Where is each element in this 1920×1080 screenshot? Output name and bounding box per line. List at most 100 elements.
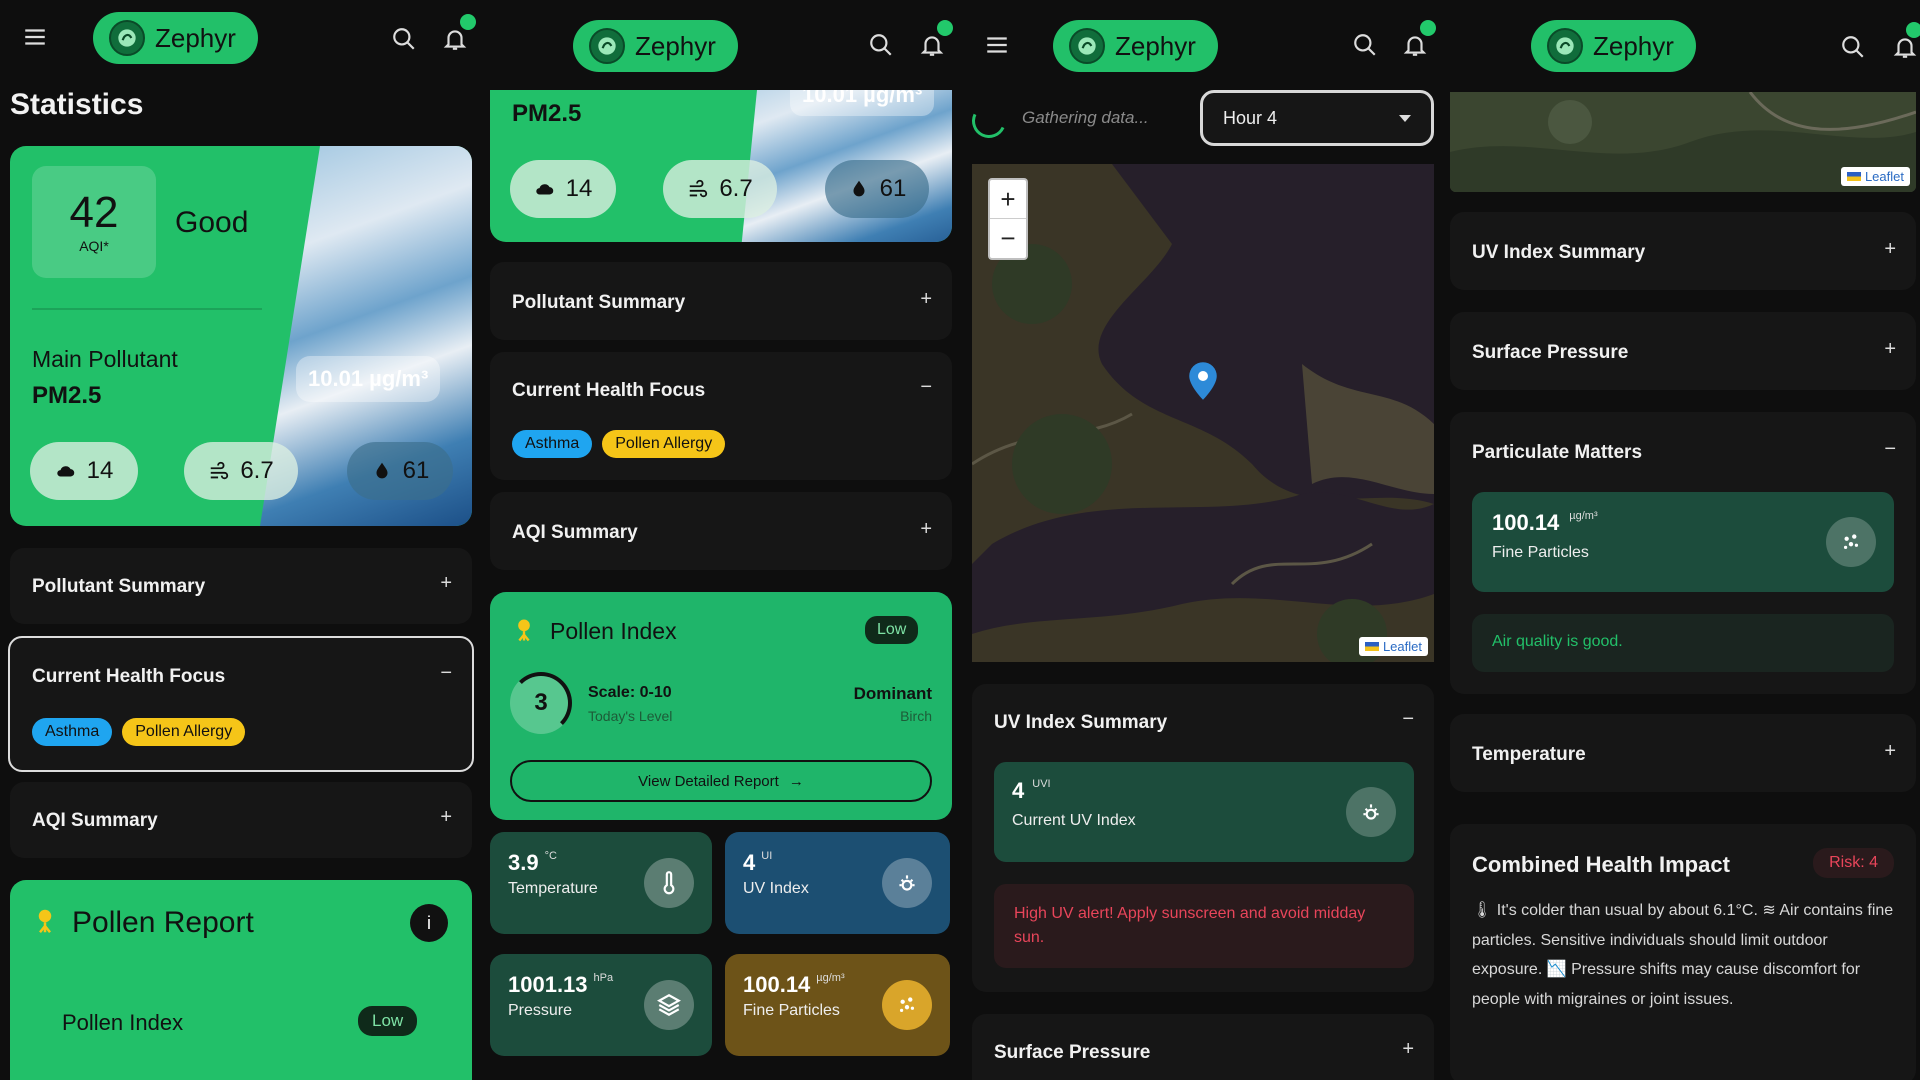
page-title: Statistics bbox=[10, 88, 144, 121]
tile-unit: hPa bbox=[593, 972, 614, 984]
chip-list: Asthma Pollen Allergy bbox=[512, 430, 726, 458]
location-pin-icon[interactable] bbox=[1188, 360, 1218, 402]
expand-icon[interactable]: + bbox=[1402, 1038, 1414, 1061]
accordion-title: Surface Pressure bbox=[994, 1042, 1151, 1063]
zephyr-logo-icon bbox=[109, 20, 145, 56]
zoom-out-button[interactable]: − bbox=[990, 219, 1026, 258]
particles-label: Fine Particles bbox=[1492, 544, 1589, 561]
notification-dot bbox=[460, 14, 476, 30]
map-view-partial[interactable]: Leaflet bbox=[1450, 92, 1916, 192]
notification-dot bbox=[1906, 22, 1920, 38]
accordion-title: Surface Pressure bbox=[1472, 342, 1629, 363]
tile-value: 3.9 bbox=[508, 850, 539, 875]
accordion-health-focus[interactable]: Current Health Focus − Asthma Pollen All… bbox=[8, 636, 474, 772]
pollen-index-title: Pollen Index bbox=[550, 618, 677, 644]
zoom-in-button[interactable]: + bbox=[990, 180, 1026, 219]
stat-value: 61 bbox=[402, 457, 430, 484]
map-satellite-layer[interactable] bbox=[972, 164, 1434, 662]
expand-icon[interactable]: + bbox=[1884, 740, 1896, 763]
combined-text: 🌡 It's colder than usual by about 6.1°C.… bbox=[1472, 902, 1894, 1008]
hour-select[interactable]: Hour 4 bbox=[1200, 90, 1434, 146]
app-name: Zephyr bbox=[1593, 30, 1674, 61]
accordion-title: Pollutant Summary bbox=[512, 292, 686, 313]
app-logo-pill[interactable]: Zephyr bbox=[573, 20, 738, 72]
accordion-title: Current Health Focus bbox=[32, 666, 226, 687]
main-pollutant-label: Main Pollutant bbox=[32, 346, 178, 372]
top-bar: Zephyr bbox=[480, 0, 960, 82]
app-name: Zephyr bbox=[1115, 30, 1196, 61]
view-report-button[interactable]: View Detailed Report → bbox=[510, 760, 932, 802]
accordion-surface-pressure[interactable]: Surface Pressure + bbox=[1450, 312, 1916, 390]
expand-icon[interactable]: + bbox=[1884, 338, 1896, 361]
notification-dot bbox=[1420, 20, 1436, 36]
leaflet-label: Leaflet bbox=[1382, 639, 1422, 654]
expand-icon[interactable]: + bbox=[440, 572, 452, 595]
chip-pollen-allergy[interactable]: Pollen Allergy bbox=[122, 718, 246, 746]
menu-icon[interactable] bbox=[982, 30, 1012, 60]
accordion-particulate-matters[interactable]: Particulate Matters − 100.14 µg/m³ Fine P… bbox=[1450, 412, 1916, 694]
uv-alert: High UV alert! Apply sunscreen and avoid… bbox=[994, 884, 1414, 968]
search-icon[interactable] bbox=[1838, 32, 1868, 62]
screen-map: Zephyr Gathering data... Hour 4 + − Leaf… bbox=[960, 0, 1440, 1080]
pollen-icon bbox=[30, 906, 60, 936]
sun-icon bbox=[1346, 787, 1396, 837]
main-pollutant-value: PM2.5 bbox=[512, 100, 582, 127]
info-icon[interactable]: i bbox=[410, 904, 448, 942]
accordion-health-focus[interactable]: Current Health Focus − Asthma Pollen All… bbox=[490, 352, 952, 480]
pollen-level-gauge: 3 bbox=[510, 672, 572, 734]
accordion-aqi-summary[interactable]: AQI Summary + bbox=[10, 782, 472, 858]
expand-icon[interactable]: + bbox=[440, 806, 452, 829]
expand-icon[interactable]: + bbox=[920, 288, 932, 311]
concentration-badge: 10.01 µg/m³ bbox=[790, 90, 935, 116]
accordion-uv-summary[interactable]: UV Index Summary − 4 UVI Current UV Index… bbox=[972, 684, 1434, 992]
tile-value: 4 bbox=[743, 850, 756, 875]
sun-icon bbox=[882, 858, 932, 908]
pollen-index-card: Pollen Index Low 3 Scale: 0-10 Today's L… bbox=[490, 592, 952, 820]
accordion-temperature[interactable]: Temperature + bbox=[1450, 714, 1916, 792]
collapse-icon[interactable]: − bbox=[440, 662, 452, 685]
search-icon[interactable] bbox=[389, 24, 419, 54]
map-view[interactable]: + − Leaflet bbox=[972, 164, 1434, 662]
combined-title: Combined Health Impact bbox=[1472, 852, 1730, 877]
stat-value: 61 bbox=[879, 175, 907, 202]
app-logo-pill[interactable]: Zephyr bbox=[1531, 20, 1696, 72]
accordion-surface-pressure[interactable]: Surface Pressure + bbox=[972, 1014, 1434, 1080]
flag-icon bbox=[1364, 642, 1379, 651]
accordion-pollutant-summary[interactable]: Pollutant Summary + bbox=[490, 262, 952, 340]
chip-asthma[interactable]: Asthma bbox=[32, 718, 113, 746]
tile-pressure: 1001.13 hPa Pressure bbox=[490, 954, 712, 1056]
collapse-icon[interactable]: − bbox=[1884, 438, 1896, 461]
collapse-icon[interactable]: − bbox=[920, 376, 932, 399]
stat-wind: 6.7 bbox=[184, 442, 298, 500]
aqi-label: AQI* bbox=[79, 238, 109, 254]
accordion-uv-summary[interactable]: UV Index Summary + bbox=[1450, 212, 1916, 290]
stat-cloud: 14 bbox=[510, 160, 616, 218]
tile-uv-index: 4 UI UV Index bbox=[725, 832, 950, 934]
accordion-aqi-summary[interactable]: AQI Summary + bbox=[490, 492, 952, 570]
aqi-status: Good bbox=[175, 206, 249, 239]
accordion-title: Current Health Focus bbox=[512, 380, 706, 401]
stat-humidity: 61 bbox=[347, 442, 453, 500]
tile-temperature: 3.9 °C Temperature bbox=[490, 832, 712, 934]
stat-value: 6.7 bbox=[719, 175, 753, 202]
chip-pollen-allergy[interactable]: Pollen Allergy bbox=[602, 430, 726, 458]
screen-dashboard-scrolled: Zephyr PM2.5 10.01 µg/m³ 14 6.7 61 Pollu… bbox=[480, 0, 960, 1080]
expand-icon[interactable]: + bbox=[1884, 238, 1896, 261]
app-logo-pill[interactable]: Zephyr bbox=[93, 12, 258, 64]
app-logo-pill[interactable]: Zephyr bbox=[1053, 20, 1218, 72]
cloud-icon bbox=[534, 178, 556, 200]
expand-icon[interactable]: + bbox=[920, 518, 932, 541]
search-icon[interactable] bbox=[866, 30, 896, 60]
chip-asthma[interactable]: Asthma bbox=[512, 430, 593, 458]
search-icon[interactable] bbox=[1350, 30, 1380, 60]
collapse-icon[interactable]: − bbox=[1402, 708, 1414, 731]
drop-icon bbox=[371, 460, 393, 482]
chevron-down-icon bbox=[1399, 114, 1411, 122]
accordion-pollutant-summary[interactable]: Pollutant Summary + bbox=[10, 548, 472, 624]
hour-select-value: Hour 4 bbox=[1223, 107, 1278, 128]
leaflet-attribution[interactable]: Leaflet bbox=[1358, 637, 1428, 656]
leaflet-attribution[interactable]: Leaflet bbox=[1840, 167, 1910, 186]
screen-statistics: Zephyr Statistics 42 AQI* Good Main Poll… bbox=[0, 0, 480, 1080]
pollen-report-card: Pollen Report i Pollen Index Low bbox=[10, 880, 472, 1080]
menu-icon[interactable] bbox=[20, 22, 50, 52]
